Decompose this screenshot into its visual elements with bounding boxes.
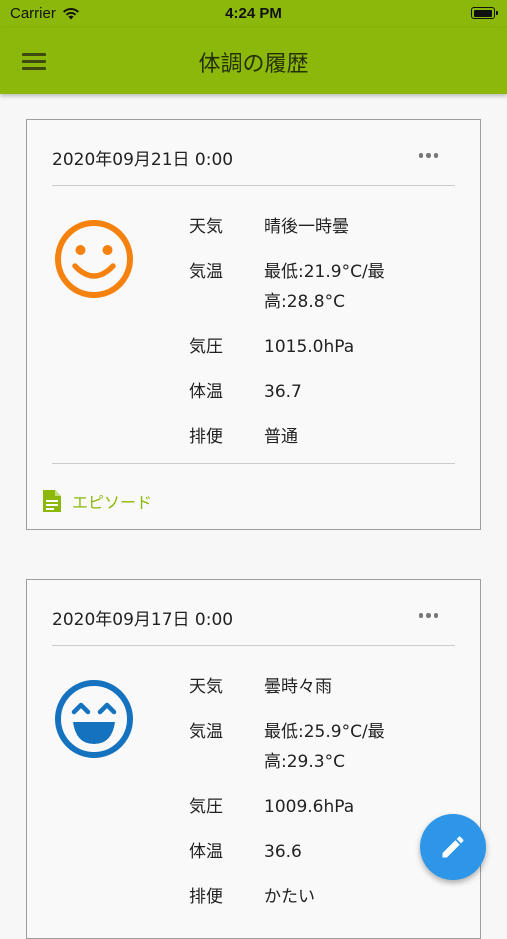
row-value: 曇時々雨 bbox=[264, 677, 332, 697]
smiley-face-orange-icon bbox=[55, 220, 133, 298]
row-value: 36.6 bbox=[264, 842, 302, 862]
row-value: 晴後一時曇 bbox=[264, 217, 349, 237]
row-label: 体温 bbox=[189, 842, 223, 862]
row-value: 36.7 bbox=[264, 382, 302, 402]
row-value: 1015.0hPa bbox=[264, 337, 355, 357]
record-card[interactable]: 2020年09月17日 0:00 天気 曇時々雨 気温 最低:25.9°C/最高… bbox=[26, 579, 481, 939]
record-details: 天気 曇時々雨 気温 最低:25.9°C/最高:29.3°C 気圧 1009.6… bbox=[189, 672, 409, 927]
document-icon bbox=[43, 490, 61, 512]
row-value: 最低:21.9°C/最高:28.8°C bbox=[264, 262, 385, 312]
row-label: 気温 bbox=[189, 722, 223, 742]
row-label: 気圧 bbox=[189, 797, 223, 817]
record-details: 天気 晴後一時曇 気温 最低:21.9°C/最高:28.8°C 気圧 1015.… bbox=[189, 212, 409, 467]
row-label: 天気 bbox=[189, 217, 223, 237]
detail-row-bowel: 排便 普通 bbox=[189, 422, 409, 452]
status-bar: Carrier 4:24 PM bbox=[0, 0, 507, 28]
page-title: 体調の履歴 bbox=[198, 52, 309, 77]
detail-row-bowel: 排便 かたい bbox=[189, 882, 409, 912]
status-time: 4:24 PM bbox=[225, 5, 282, 22]
detail-row-temperature: 気温 最低:25.9°C/最高:29.3°C bbox=[189, 717, 409, 777]
row-label: 天気 bbox=[189, 677, 223, 697]
divider bbox=[52, 463, 455, 464]
grinning-face-blue-icon bbox=[55, 680, 133, 758]
row-value: 1009.6hPa bbox=[264, 797, 355, 817]
row-label: 体温 bbox=[189, 382, 223, 402]
detail-row-pressure: 気圧 1015.0hPa bbox=[189, 332, 409, 362]
record-date: 2020年09月17日 0:00 bbox=[52, 610, 234, 630]
app-bar: 体調の履歴 bbox=[0, 28, 507, 94]
row-value: 普通 bbox=[264, 427, 298, 447]
battery-icon bbox=[471, 7, 498, 19]
row-value: かたい bbox=[264, 887, 315, 907]
episode-label: エピソード bbox=[72, 493, 153, 512]
detail-row-pressure: 気圧 1009.6hPa bbox=[189, 792, 409, 822]
row-value: 最低:25.9°C/最高:29.3°C bbox=[264, 722, 385, 772]
row-label: 気圧 bbox=[189, 337, 223, 357]
detail-row-weather: 天気 晴後一時曇 bbox=[189, 212, 409, 242]
detail-row-temperature: 気温 最低:21.9°C/最高:28.8°C bbox=[189, 257, 409, 317]
pencil-edit-icon bbox=[442, 836, 464, 858]
row-label: 気温 bbox=[189, 262, 223, 282]
record-card[interactable]: 2020年09月21日 0:00 天気 晴後一時曇 気温 最低:21.9°C/最… bbox=[26, 119, 481, 530]
more-options-icon[interactable] bbox=[418, 613, 438, 618]
detail-row-body-temp: 体温 36.7 bbox=[189, 377, 409, 407]
divider bbox=[52, 645, 455, 646]
record-date: 2020年09月21日 0:00 bbox=[52, 150, 234, 170]
edit-fab-button[interactable] bbox=[420, 814, 486, 880]
row-label: 排便 bbox=[189, 887, 223, 907]
episode-link[interactable]: エピソード bbox=[41, 489, 152, 513]
row-label: 排便 bbox=[189, 427, 223, 447]
detail-row-body-temp: 体温 36.6 bbox=[189, 837, 409, 867]
divider bbox=[52, 185, 455, 186]
more-options-icon[interactable] bbox=[418, 153, 438, 158]
detail-row-weather: 天気 曇時々雨 bbox=[189, 672, 409, 702]
